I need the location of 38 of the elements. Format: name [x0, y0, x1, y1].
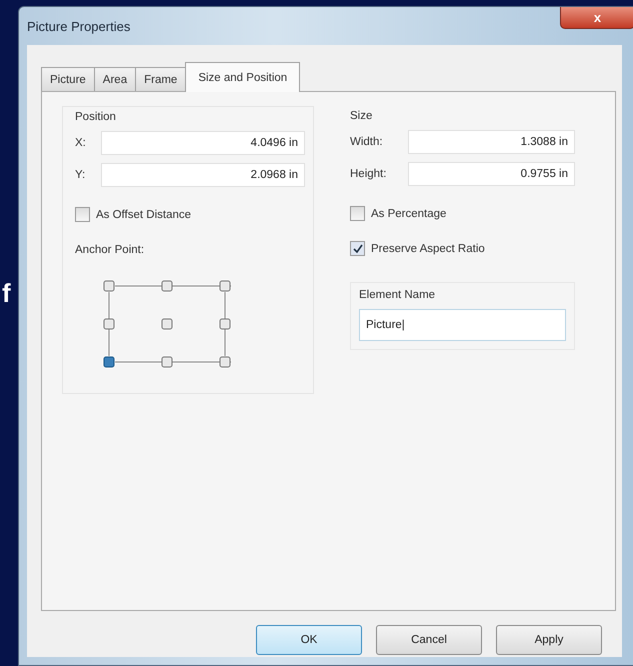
tab[interactable]: Area — [94, 67, 136, 91]
anchor-point[interactable] — [220, 356, 230, 368]
checkbox[interactable] — [350, 206, 365, 221]
anchor-point[interactable] — [162, 280, 172, 292]
input-field[interactable]: 4.0496 in — [101, 131, 305, 155]
anchor-point[interactable] — [162, 356, 172, 368]
anchor-point[interactable] — [162, 318, 172, 330]
dialog-button[interactable]: Cancel — [376, 625, 482, 655]
field-label: X: — [75, 137, 87, 149]
anchor-point[interactable] — [220, 318, 230, 330]
background-letter: f — [2, 278, 11, 309]
checkbox[interactable] — [350, 241, 365, 256]
checkbox-label: As Offset Distance — [96, 208, 192, 220]
checkbox[interactable] — [75, 207, 90, 222]
group-label: Element Name — [359, 289, 436, 301]
input-field[interactable]: 2.0968 in — [101, 163, 305, 187]
field-label: Height: — [350, 168, 388, 180]
dialog-button[interactable]: OK — [256, 625, 362, 655]
anchor-point[interactable] — [104, 318, 114, 330]
dialog-button[interactable]: Apply — [496, 625, 602, 655]
anchor-label: Anchor Point: — [75, 244, 146, 256]
group-label: Position — [75, 111, 117, 123]
input-field[interactable]: 1.3088 in — [408, 130, 575, 154]
input-field[interactable]: 0.9755 in — [408, 162, 575, 186]
group-label: Size — [350, 110, 374, 122]
anchor-point[interactable] — [104, 280, 114, 292]
tab[interactable]: Picture — [41, 67, 95, 91]
close-button[interactable]: x — [560, 7, 633, 29]
tab[interactable]: Frame — [135, 67, 186, 91]
input-field[interactable]: Picture| — [359, 309, 566, 341]
anchor-point[interactable] — [220, 280, 230, 292]
tab[interactable]: Size and Position — [185, 62, 300, 92]
checkbox-label: As Percentage — [371, 208, 446, 220]
field-label: Y: — [75, 169, 86, 181]
checkbox-label: Preserve Aspect Ratio — [371, 242, 485, 254]
anchor-point[interactable] — [104, 356, 114, 368]
window-title: Picture Properties — [27, 18, 130, 34]
field-label: Width: — [350, 136, 384, 148]
